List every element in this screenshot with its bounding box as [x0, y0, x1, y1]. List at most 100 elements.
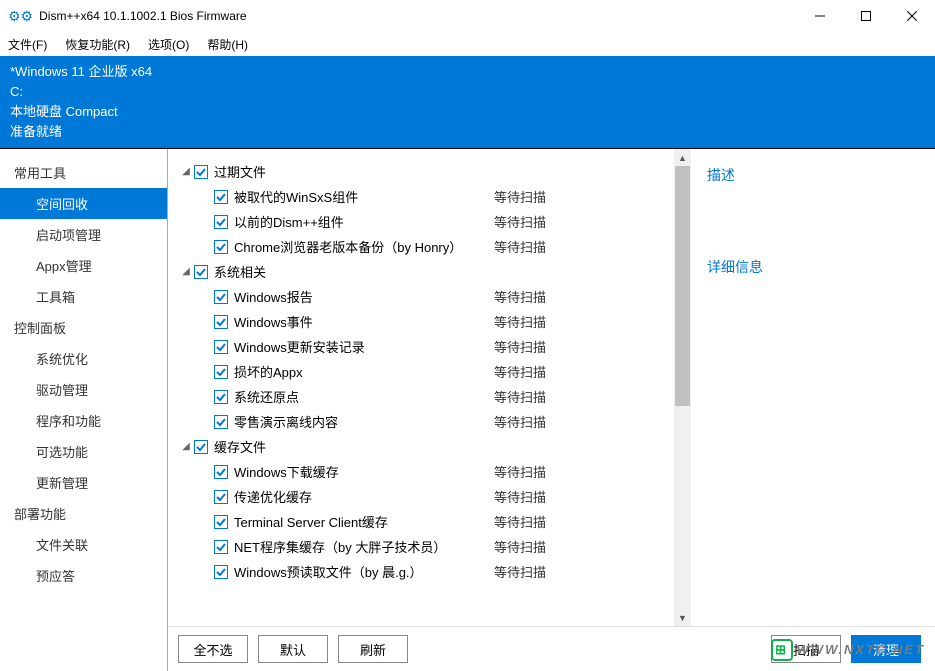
group-row[interactable]: ◢ 过期文件	[178, 159, 674, 184]
checkbox-icon[interactable]	[214, 415, 228, 429]
checkbox-icon[interactable]	[214, 540, 228, 554]
scroll-area: ◢过期文件被取代的WinSxS组件等待扫描以前的Dism++组件等待扫描Chro…	[168, 149, 935, 626]
banner-os: *Windows 11 企业版 x64	[10, 62, 925, 82]
checkbox-icon[interactable]	[194, 165, 208, 179]
menu-recovery[interactable]: 恢复功能(R)	[65, 36, 130, 53]
checkbox-icon[interactable]	[214, 490, 228, 504]
group-label: 过期文件	[214, 162, 266, 181]
sidebar-item[interactable]: 预应答	[0, 560, 167, 591]
close-button[interactable]	[889, 0, 935, 32]
checkbox-icon[interactable]	[214, 315, 228, 329]
sidebar-item[interactable]: 系统优化	[0, 343, 167, 374]
item-label: Terminal Server Client缓存	[234, 512, 494, 531]
item-status: 等待扫描	[494, 287, 674, 306]
checkbox-icon[interactable]	[214, 365, 228, 379]
list-item[interactable]: Chrome浏览器老版本备份（by Honry）等待扫描	[178, 234, 674, 259]
sidebar-item[interactable]: 可选功能	[0, 436, 167, 467]
list-item[interactable]: 传递优化缓存等待扫描	[178, 484, 674, 509]
item-status: 等待扫描	[494, 412, 674, 431]
maximize-button[interactable]	[843, 0, 889, 32]
checkbox-icon[interactable]	[194, 440, 208, 454]
group-row[interactable]: ◢缓存文件	[178, 434, 674, 459]
scroll-down-arrow[interactable]: ▼	[674, 609, 691, 626]
scrollbar-vertical[interactable]: ▲ ▼	[674, 149, 691, 626]
list-item[interactable]: 损坏的Appx等待扫描	[178, 359, 674, 384]
checkbox-icon[interactable]	[214, 190, 228, 204]
item-label: Chrome浏览器老版本备份（by Honry）	[234, 237, 494, 256]
info-banner: *Windows 11 企业版 x64 C: 本地硬盘 Compact 准备就绪	[0, 56, 935, 148]
sidebar-header: 常用工具	[0, 157, 167, 188]
menu-options[interactable]: 选项(O)	[148, 36, 189, 53]
item-status: 等待扫描	[494, 537, 674, 556]
menu-file[interactable]: 文件(F)	[8, 36, 47, 53]
default-button[interactable]: 默认	[258, 635, 328, 663]
item-label: Windows更新安装记录	[234, 337, 494, 356]
sidebar-item[interactable]: 启动项管理	[0, 219, 167, 250]
expand-icon[interactable]: ◢	[178, 266, 194, 277]
item-label: NET程序集缓存（by 大胖子技术员）	[234, 537, 494, 556]
sidebar-item[interactable]: 驱动管理	[0, 374, 167, 405]
checkbox-icon[interactable]	[214, 290, 228, 304]
sidebar-item[interactable]: Appx管理	[0, 250, 167, 281]
item-status: 等待扫描	[494, 462, 674, 481]
item-label: Windows下载缓存	[234, 462, 494, 481]
item-label: Windows预读取文件（by 晨.g.）	[234, 562, 494, 581]
sidebar-item[interactable]: 更新管理	[0, 467, 167, 498]
item-label: 以前的Dism++组件	[234, 212, 494, 231]
list-item[interactable]: Windows事件等待扫描	[178, 309, 674, 334]
checkbox-icon[interactable]	[214, 515, 228, 529]
checkbox-icon[interactable]	[214, 565, 228, 579]
sidebar: 常用工具空间回收启动项管理Appx管理工具箱控制面板系统优化驱动管理程序和功能可…	[0, 149, 168, 671]
item-status: 等待扫描	[494, 562, 674, 581]
scroll-up-arrow[interactable]: ▲	[674, 149, 691, 166]
checkbox-icon[interactable]	[214, 465, 228, 479]
description-header: 描述	[707, 159, 919, 191]
checkbox-icon[interactable]	[214, 390, 228, 404]
sidebar-header: 部署功能	[0, 498, 167, 529]
item-status: 等待扫描	[494, 212, 674, 231]
checkbox-icon[interactable]	[214, 340, 228, 354]
menu-help[interactable]: 帮助(H)	[207, 36, 248, 53]
watermark: ⊞WWW.NXTC.NET	[771, 639, 925, 661]
item-label: 系统还原点	[234, 387, 494, 406]
scrollbar-thumb[interactable]	[675, 166, 690, 406]
item-status: 等待扫描	[494, 337, 674, 356]
item-label: Windows事件	[234, 312, 494, 331]
window-controls	[797, 0, 935, 32]
cleanup-list: ◢过期文件被取代的WinSxS组件等待扫描以前的Dism++组件等待扫描Chro…	[168, 149, 674, 626]
list-item[interactable]: 系统还原点等待扫描	[178, 384, 674, 409]
group-label: 系统相关	[214, 262, 266, 281]
list-item[interactable]: 以前的Dism++组件等待扫描	[178, 209, 674, 234]
banner-status: 准备就绪	[10, 122, 925, 142]
expand-icon[interactable]: ◢	[178, 441, 194, 452]
item-status: 等待扫描	[494, 237, 674, 256]
detail-link[interactable]: 详细信息	[707, 251, 919, 283]
list-item[interactable]: NET程序集缓存（by 大胖子技术员）等待扫描	[178, 534, 674, 559]
item-label: 损坏的Appx	[234, 362, 494, 381]
refresh-button[interactable]: 刷新	[338, 635, 408, 663]
item-status: 等待扫描	[494, 487, 674, 506]
select-none-button[interactable]: 全不选	[178, 635, 248, 663]
list-item[interactable]: Windows预读取文件（by 晨.g.）等待扫描	[178, 559, 674, 584]
list-item[interactable]: Terminal Server Client缓存等待扫描	[178, 509, 674, 534]
sidebar-item[interactable]: 文件关联	[0, 529, 167, 560]
watermark-icon: ⊞	[771, 639, 793, 661]
item-status: 等待扫描	[494, 362, 674, 381]
sidebar-item[interactable]: 程序和功能	[0, 405, 167, 436]
sidebar-item[interactable]: 空间回收	[0, 188, 167, 219]
content-pane: ◢过期文件被取代的WinSxS组件等待扫描以前的Dism++组件等待扫描Chro…	[168, 149, 935, 671]
checkbox-icon[interactable]	[214, 215, 228, 229]
list-item[interactable]: Windows下载缓存等待扫描	[178, 459, 674, 484]
list-item[interactable]: 被取代的WinSxS组件等待扫描	[178, 184, 674, 209]
group-row[interactable]: ◢ 系统相关	[178, 259, 674, 284]
list-item[interactable]: Windows更新安装记录等待扫描	[178, 334, 674, 359]
item-status: 等待扫描	[494, 512, 674, 531]
expand-icon[interactable]: ◢	[178, 166, 194, 177]
sidebar-item[interactable]: 工具箱	[0, 281, 167, 312]
minimize-button[interactable]	[797, 0, 843, 32]
list-item[interactable]: Windows报告等待扫描	[178, 284, 674, 309]
window-title: Dism++x64 10.1.1002.1 Bios Firmware	[39, 9, 797, 23]
checkbox-icon[interactable]	[214, 240, 228, 254]
list-item[interactable]: 零售演示离线内容等待扫描	[178, 409, 674, 434]
checkbox-icon[interactable]	[194, 265, 208, 279]
